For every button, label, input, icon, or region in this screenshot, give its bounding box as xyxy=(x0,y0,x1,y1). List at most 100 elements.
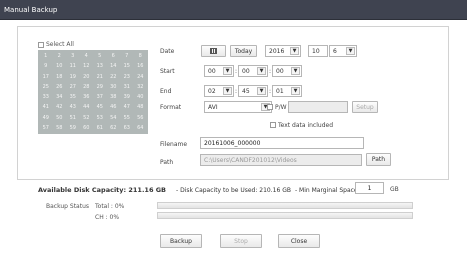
start-second-select[interactable]: 00 ▼ xyxy=(272,65,302,77)
channel-cell[interactable]: 57 xyxy=(39,123,53,133)
backup-button[interactable]: Backup xyxy=(160,234,202,248)
select-all-label: Select All xyxy=(46,41,74,48)
channel-cell[interactable]: 42 xyxy=(53,102,67,112)
channel-cell[interactable]: 20 xyxy=(80,72,94,82)
year-select[interactable]: 2016 ▼ xyxy=(265,45,301,57)
end-second-select[interactable]: 01 ▼ xyxy=(272,85,302,97)
close-button[interactable]: Close xyxy=(278,234,320,248)
channel-cell[interactable]: 18 xyxy=(53,72,67,82)
start-hour-select[interactable]: 00 ▼ xyxy=(204,65,234,77)
channel-cell[interactable]: 4 xyxy=(80,51,94,61)
calendar-button[interactable] xyxy=(201,45,226,57)
chevron-down-icon: ▼ xyxy=(291,67,300,75)
filename-field[interactable]: 20161006_000000 xyxy=(200,137,364,149)
select-all[interactable]: Select All xyxy=(38,40,74,49)
calendar-icon xyxy=(210,48,217,54)
channel-cell[interactable]: 45 xyxy=(93,102,107,112)
channel-cell[interactable]: 62 xyxy=(107,123,121,133)
channel-cell[interactable]: 38 xyxy=(107,92,121,102)
channel-cell[interactable]: 14 xyxy=(107,61,121,71)
channel-cell[interactable]: 43 xyxy=(66,102,80,112)
channel-cell[interactable]: 56 xyxy=(134,113,148,123)
end-hour-select[interactable]: 02 ▼ xyxy=(204,85,234,97)
channel-cell[interactable]: 1 xyxy=(39,51,53,61)
channel-cell[interactable]: 12 xyxy=(80,61,94,71)
stop-button[interactable]: Stop xyxy=(220,234,262,248)
year-value: 2016 xyxy=(269,47,285,55)
end-label: End xyxy=(160,88,172,95)
channel-cell[interactable]: 11 xyxy=(66,61,80,71)
today-button[interactable]: Today xyxy=(230,45,257,57)
setup-button[interactable]: Setup xyxy=(352,101,378,113)
channel-cell[interactable]: 17 xyxy=(39,72,53,82)
channel-cell[interactable]: 2 xyxy=(53,51,67,61)
channel-cell[interactable]: 6 xyxy=(107,51,121,61)
channel-cell[interactable]: 47 xyxy=(120,102,134,112)
day-select[interactable]: 6 ▼ xyxy=(329,45,357,57)
pw-checkbox[interactable] xyxy=(267,104,273,110)
chevron-down-icon: ▼ xyxy=(346,47,355,55)
channel-cell[interactable]: 10 xyxy=(53,61,67,71)
channel-cell[interactable]: 19 xyxy=(66,72,80,82)
channel-cell[interactable]: 30 xyxy=(107,82,121,92)
select-all-checkbox[interactable] xyxy=(38,41,44,48)
channel-cell[interactable]: 50 xyxy=(53,113,67,123)
month-select[interactable]: 10 xyxy=(308,45,328,57)
channel-cell[interactable]: 36 xyxy=(80,92,94,102)
channel-cell[interactable]: 15 xyxy=(120,61,134,71)
channel-cell[interactable]: 49 xyxy=(39,113,53,123)
channel-cell[interactable]: 16 xyxy=(134,61,148,71)
channel-cell[interactable]: 48 xyxy=(134,102,148,112)
channel-cell[interactable]: 31 xyxy=(120,82,134,92)
channel-cell[interactable]: 37 xyxy=(93,92,107,102)
channel-cell[interactable]: 3 xyxy=(66,51,80,61)
channel-cell[interactable]: 53 xyxy=(93,113,107,123)
channel-cell[interactable]: 35 xyxy=(66,92,80,102)
channel-cell[interactable]: 60 xyxy=(80,123,94,133)
channel-cell[interactable]: 9 xyxy=(39,61,53,71)
channel-cell[interactable]: 64 xyxy=(134,123,148,133)
channel-cell[interactable]: 52 xyxy=(80,113,94,123)
channel-cell[interactable]: 46 xyxy=(107,102,121,112)
channel-cell[interactable]: 5 xyxy=(93,51,107,61)
channel-cell[interactable]: 51 xyxy=(66,113,80,123)
channel-cell[interactable]: 26 xyxy=(53,82,67,92)
channel-cell[interactable]: 58 xyxy=(53,123,67,133)
end-minute-select[interactable]: 45 ▼ xyxy=(238,85,268,97)
ch-progress-label: CH : 0% xyxy=(95,214,120,221)
channel-cell[interactable]: 29 xyxy=(93,82,107,92)
channel-cell[interactable]: 21 xyxy=(93,72,107,82)
text-data-checkbox[interactable] xyxy=(270,122,276,128)
password-field[interactable] xyxy=(288,101,348,113)
channel-cell[interactable]: 59 xyxy=(66,123,80,133)
channel-cell[interactable]: 33 xyxy=(39,92,53,102)
format-value: AVI xyxy=(208,103,218,111)
channel-cell[interactable]: 63 xyxy=(120,123,134,133)
path-field[interactable]: C:\Users\CANDF201012\Videos xyxy=(200,154,362,166)
channel-cell[interactable]: 61 xyxy=(93,123,107,133)
channel-cell[interactable]: 41 xyxy=(39,102,53,112)
marginal-space-input[interactable]: 1 xyxy=(355,182,384,194)
channel-cell[interactable]: 22 xyxy=(107,72,121,82)
channel-cell[interactable]: 7 xyxy=(120,51,134,61)
channel-cell[interactable]: 39 xyxy=(120,92,134,102)
channel-cell[interactable]: 23 xyxy=(120,72,134,82)
channel-cell[interactable]: 40 xyxy=(134,92,148,102)
channel-cell[interactable]: 34 xyxy=(53,92,67,102)
start-minute-select[interactable]: 00 ▼ xyxy=(238,65,268,77)
text-data-label: Text data included xyxy=(278,122,334,129)
channel-cell[interactable]: 55 xyxy=(120,113,134,123)
channel-cell[interactable]: 44 xyxy=(80,102,94,112)
channel-cell[interactable]: 32 xyxy=(134,82,148,92)
format-select[interactable]: AVI ▼ xyxy=(204,101,272,113)
channel-cell[interactable]: 25 xyxy=(39,82,53,92)
start-label: Start xyxy=(160,68,175,75)
ch-progress-bar xyxy=(157,212,413,219)
path-button[interactable]: Path xyxy=(366,153,391,166)
channel-cell[interactable]: 27 xyxy=(66,82,80,92)
channel-cell[interactable]: 8 xyxy=(134,51,148,61)
channel-cell[interactable]: 13 xyxy=(93,61,107,71)
channel-cell[interactable]: 28 xyxy=(80,82,94,92)
channel-cell[interactable]: 24 xyxy=(134,72,148,82)
channel-cell[interactable]: 54 xyxy=(107,113,121,123)
